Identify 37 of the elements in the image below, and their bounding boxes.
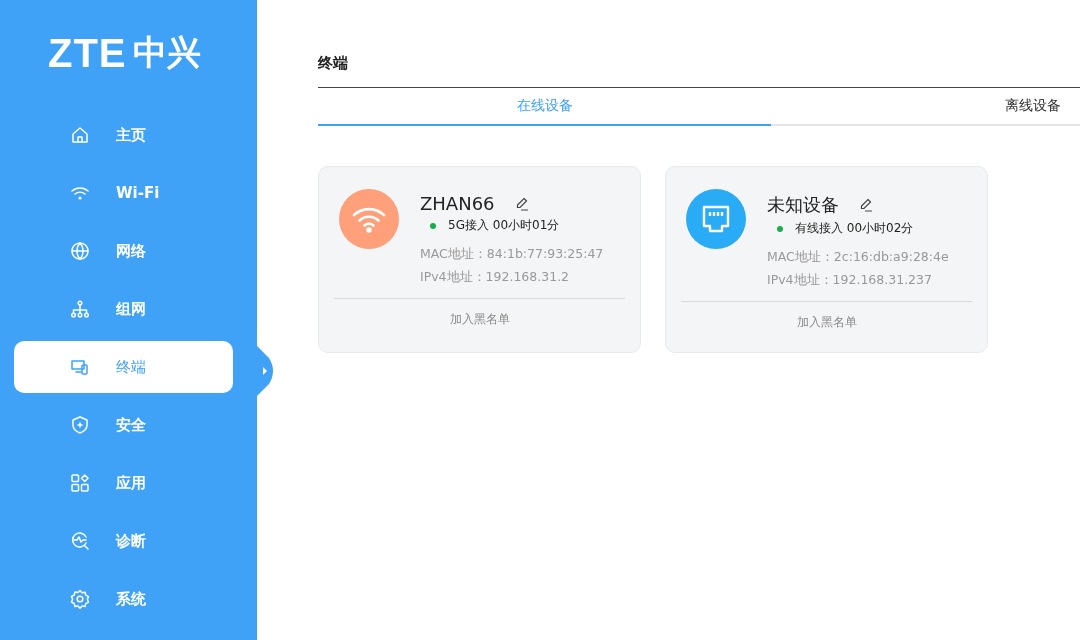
device-name: 未知设备: [767, 193, 839, 217]
nav-item[interactable]: 系统: [14, 573, 233, 625]
ipv4-address: IPv4地址：192.168.31.2: [420, 269, 571, 286]
nav-item[interactable]: Wi-Fi: [14, 167, 233, 219]
edit-icon[interactable]: [859, 198, 873, 212]
nav-item[interactable]: 安全: [14, 399, 233, 451]
devices-icon: [70, 357, 90, 377]
globe-icon: [70, 241, 90, 261]
wifi-icon: [351, 205, 387, 233]
nav-item[interactable]: 终端: [14, 341, 233, 393]
connection-status: 有线接入 00小时02分: [795, 220, 914, 237]
edit-icon[interactable]: [514, 196, 529, 211]
connection-status: 5G接入 00小时01分: [448, 217, 560, 234]
device-name: ZHAN66: [420, 193, 495, 214]
ethernet-port-icon: [700, 203, 732, 235]
nav-item[interactable]: 诊断: [14, 515, 233, 567]
mac-address: MAC地址：2c:16:db:a9:28:4e: [767, 249, 949, 266]
logo: ZTE 中兴: [47, 29, 202, 77]
gear-icon: [70, 589, 90, 609]
apps-icon: [70, 473, 90, 493]
blacklist-button[interactable]: 加入黑名单: [792, 312, 861, 333]
nav-item[interactable]: 组网: [14, 283, 233, 335]
nav-item[interactable]: 网络: [14, 225, 233, 277]
status-dot: [430, 222, 436, 229]
mac-address: MAC地址：84:1b:77:93:25:47: [420, 246, 604, 263]
tab[interactable]: 在线设备: [318, 88, 771, 126]
blacklist-button[interactable]: 加入黑名单: [445, 309, 514, 330]
home-icon: [70, 125, 90, 145]
ipv4-address: IPv4地址：192.168.31.237: [767, 272, 933, 289]
network-icon: [70, 299, 90, 319]
diagnose-icon: [70, 531, 90, 551]
tab[interactable]: 离线设备: [771, 88, 1080, 126]
shield-icon: [70, 415, 90, 435]
nav-item[interactable]: 主页: [14, 109, 233, 161]
status-dot: [777, 225, 783, 232]
nav-item[interactable]: 应用: [14, 457, 233, 509]
page-title: 终端: [318, 54, 1080, 88]
